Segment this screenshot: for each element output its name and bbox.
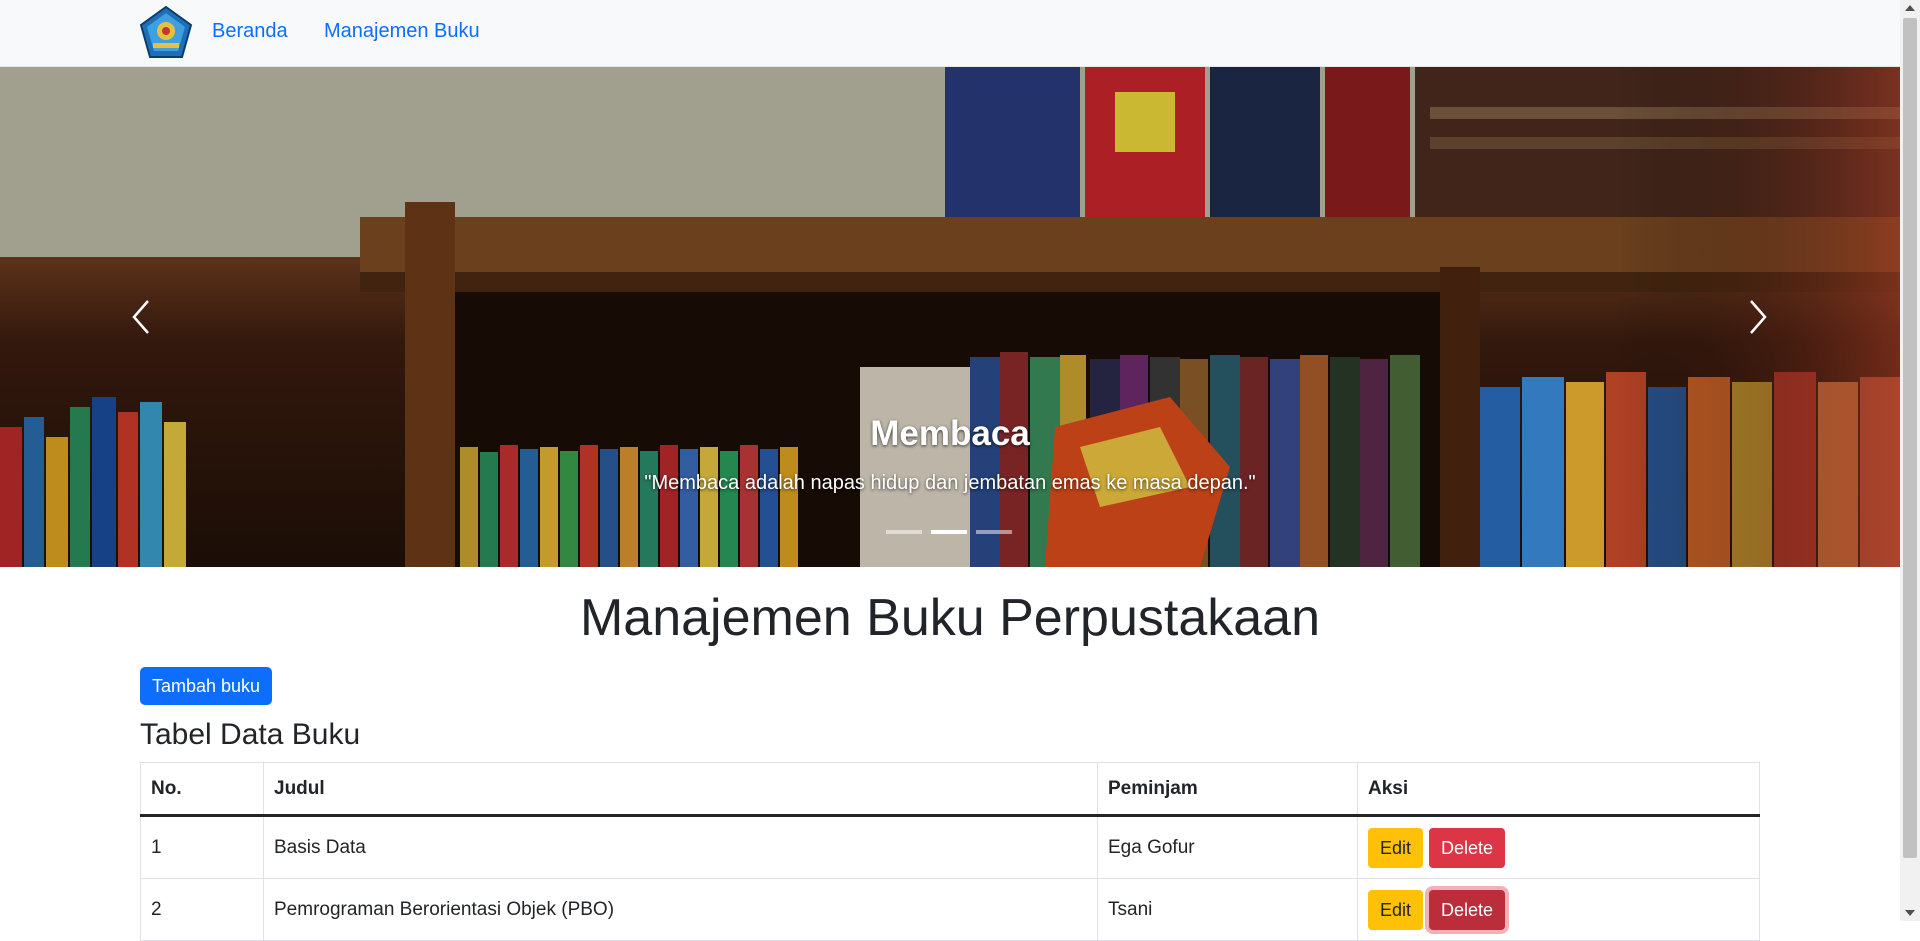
carousel-caption-quote: "Membaca adalah napas hidup dan jembatan… — [644, 472, 1256, 494]
table-row: 2 Pemrograman Berorientasi Objek (PBO) T… — [140, 878, 1760, 941]
table-row: 1 Basis Data Ega Gofur Edit Delete — [140, 815, 1760, 879]
cell-judul: Basis Data — [263, 815, 1098, 879]
cell-no: 1 — [140, 815, 264, 879]
scroll-up-arrow-icon[interactable] — [1900, 0, 1920, 17]
table-header-row: No. Judul Peminjam Aksi — [140, 762, 1760, 817]
chevron-right-icon — [1750, 300, 1767, 334]
column-header-no: No. — [140, 762, 264, 817]
carousel-indicator-2[interactable] — [931, 530, 967, 534]
scrollbar-thumb[interactable] — [1903, 18, 1917, 858]
cell-peminjam: Tsani — [1097, 878, 1358, 941]
navbar: Beranda Manajemen Buku — [0, 0, 1900, 67]
carousel-caption-title: Membaca — [870, 414, 1030, 453]
column-header-peminjam: Peminjam — [1097, 762, 1358, 817]
cell-peminjam: Ega Gofur — [1097, 815, 1358, 879]
nav-link-manajemen-buku[interactable]: Manajemen Buku — [324, 20, 480, 43]
delete-button[interactable]: Delete — [1429, 827, 1506, 868]
carousel-next-button[interactable] — [1737, 287, 1777, 347]
column-header-judul: Judul — [263, 762, 1098, 817]
scroll-down-arrow-icon[interactable] — [1900, 904, 1920, 921]
cell-aksi: Edit Delete — [1357, 878, 1760, 941]
carousel-indicator-3[interactable] — [976, 530, 1012, 534]
page-title: Manajemen Buku Perpustakaan — [579, 589, 1320, 647]
add-book-button[interactable]: Tambah buku — [140, 667, 273, 705]
chevron-left-icon — [132, 300, 149, 334]
nav-link-beranda[interactable]: Beranda — [212, 20, 288, 43]
books-table: No. Judul Peminjam Aksi 1 Basis Data Ega… — [140, 762, 1760, 941]
cell-no: 2 — [140, 878, 264, 941]
carousel-indicators — [886, 530, 1012, 534]
carousel-indicator-1[interactable] — [886, 530, 922, 534]
column-header-aksi: Aksi — [1357, 762, 1760, 817]
school-crest-logo[interactable] — [139, 5, 193, 59]
edit-button[interactable]: Edit — [1368, 827, 1424, 868]
vertical-scrollbar[interactable] — [1900, 0, 1920, 921]
hero-carousel: Membaca "Membaca adalah napas hidup dan … — [0, 67, 1900, 567]
cell-aksi: Edit Delete — [1357, 815, 1760, 879]
cell-judul: Pemrograman Berorientasi Objek (PBO) — [263, 878, 1098, 941]
carousel-prev-button[interactable] — [122, 287, 162, 347]
edit-button[interactable]: Edit — [1368, 889, 1424, 930]
table-title: Tabel Data Buku — [140, 718, 361, 751]
delete-button[interactable]: Delete — [1429, 889, 1506, 930]
